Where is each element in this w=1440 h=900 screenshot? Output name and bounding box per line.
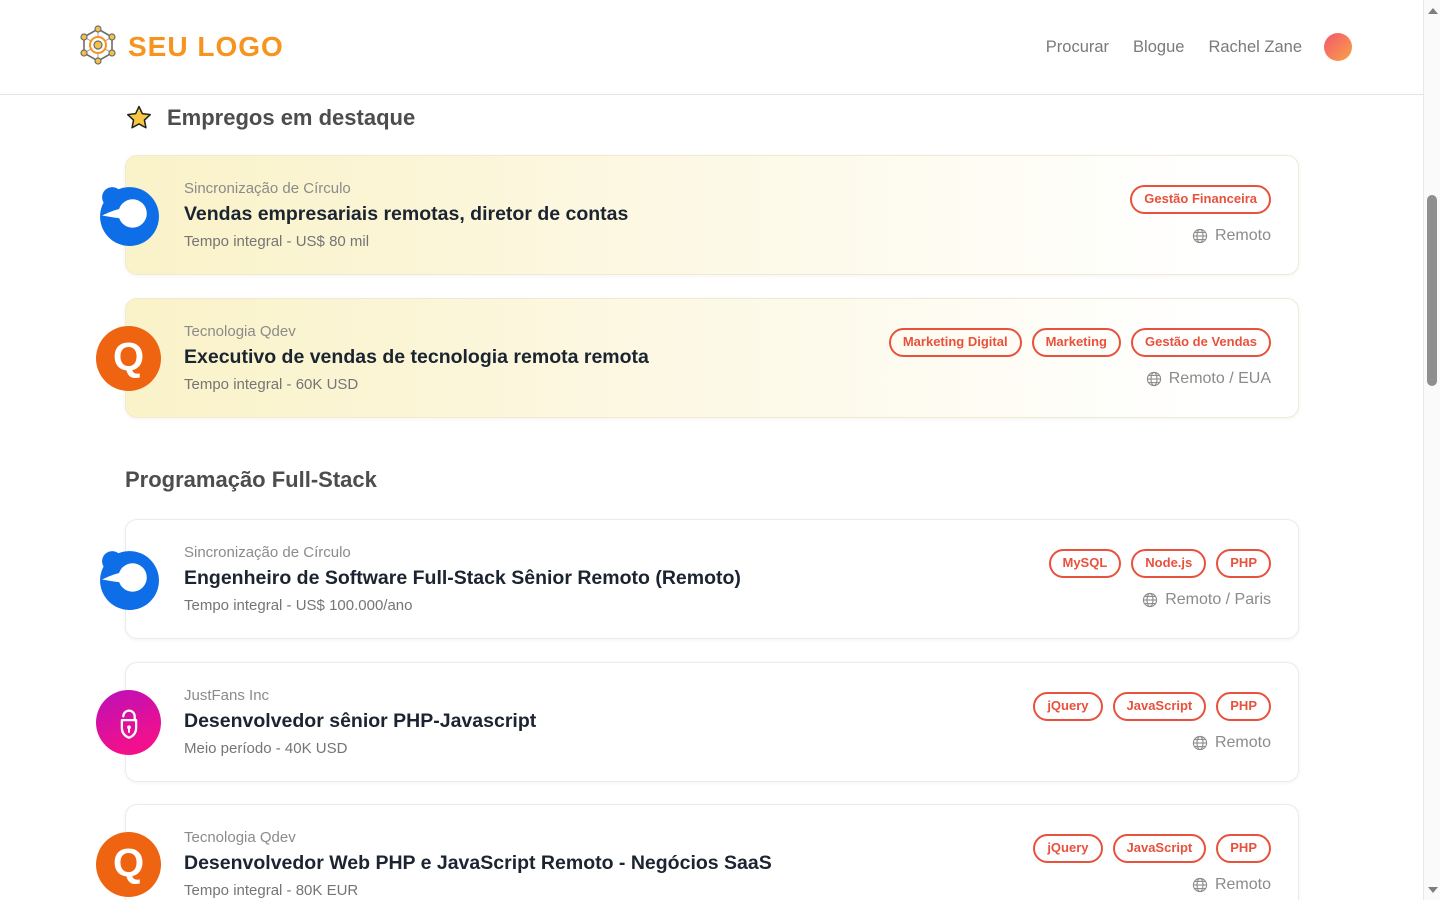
job-side: jQuery JavaScript PHP Remoto — [1033, 834, 1271, 893]
arrow-down-icon — [1428, 887, 1438, 893]
tag-pill[interactable]: JavaScript — [1113, 692, 1207, 720]
job-location: Remoto / Paris — [1142, 591, 1271, 609]
globe-icon — [1142, 592, 1158, 608]
header: SEU LOGO Procurar Blogue Rachel Zane — [0, 0, 1423, 95]
network-hexagon-icon — [78, 25, 118, 70]
job-card[interactable]: Q Tecnologia Qdev Executivo de vendas de… — [125, 298, 1299, 418]
job-meta: Meio período - 40K USD — [184, 740, 536, 757]
job-card[interactable]: Sincronização de Círculo Engenheiro de S… — [125, 519, 1299, 639]
brand-logo[interactable]: SEU LOGO — [78, 25, 284, 70]
scrollbar-thumb[interactable] — [1427, 195, 1437, 386]
arrow-up-icon — [1428, 8, 1438, 14]
qdev-logo: Q — [96, 326, 161, 391]
nav-link-user[interactable]: Rachel Zane — [1208, 38, 1302, 57]
tag-list: MySQL Node.js PHP — [1049, 549, 1272, 577]
tag-list: Marketing Digital Marketing Gestão de Ve… — [889, 328, 1271, 356]
job-info: Sincronização de Círculo Engenheiro de S… — [184, 544, 741, 614]
job-meta: Tempo integral - 80K EUR — [184, 882, 772, 899]
job-info: Tecnologia Qdev Desenvolvedor Web PHP e … — [184, 829, 772, 899]
job-title: Vendas empresariais remotas, diretor de … — [184, 203, 628, 226]
vertical-scrollbar[interactable] — [1423, 0, 1440, 900]
job-card[interactable]: Q Tecnologia Qdev Desenvolvedor Web PHP … — [125, 804, 1299, 900]
job-side: jQuery JavaScript PHP Remoto — [1033, 692, 1271, 751]
job-location: Remoto / EUA — [1146, 370, 1271, 388]
tag-pill[interactable]: MySQL — [1049, 549, 1122, 577]
qdev-logo-letter: Q — [113, 843, 144, 883]
location-label: Remoto / EUA — [1169, 370, 1271, 388]
job-info: Sincronização de Círculo Vendas empresar… — [184, 180, 628, 250]
location-label: Remoto — [1215, 734, 1271, 752]
job-side: MySQL Node.js PHP Remoto / Paris — [1049, 549, 1272, 608]
job-card[interactable]: JustFans Inc Desenvolvedor sênior PHP-Ja… — [125, 662, 1299, 782]
circle-sync-logo — [96, 183, 161, 248]
tag-pill[interactable]: Gestão de Vendas — [1131, 328, 1271, 356]
globe-icon — [1192, 735, 1208, 751]
job-meta: Tempo integral - US$ 100.000/ano — [184, 597, 741, 614]
main-nav: Procurar Blogue Rachel Zane — [1046, 33, 1352, 61]
qdev-logo: Q — [96, 832, 161, 897]
company-name: Tecnologia Qdev — [184, 829, 772, 846]
justfans-logo — [96, 690, 161, 755]
job-info: JustFans Inc Desenvolvedor sênior PHP-Ja… — [184, 687, 536, 757]
tag-pill[interactable]: PHP — [1216, 834, 1271, 862]
location-label: Remoto — [1215, 876, 1271, 894]
globe-icon — [1192, 228, 1208, 244]
tag-pill[interactable]: PHP — [1216, 549, 1271, 577]
tag-list: jQuery JavaScript PHP — [1033, 834, 1271, 862]
globe-icon — [1146, 371, 1162, 387]
job-title: Desenvolvedor sênior PHP-Javascript — [184, 710, 536, 733]
page: SEU LOGO Procurar Blogue Rachel Zane Emp… — [0, 0, 1440, 900]
section-title: Programação Full-Stack — [125, 467, 377, 493]
tag-pill[interactable]: Gestão Financeira — [1130, 185, 1271, 213]
job-location: Remoto — [1192, 227, 1271, 245]
scroll-down-button[interactable] — [1424, 881, 1440, 898]
job-meta: Tempo integral - US$ 80 mil — [184, 233, 628, 250]
tag-pill[interactable]: jQuery — [1033, 834, 1102, 862]
section-featured-heading: Empregos em destaque — [125, 103, 1440, 133]
job-location: Remoto — [1192, 734, 1271, 752]
company-name: Tecnologia Qdev — [184, 323, 649, 340]
job-info: Tecnologia Qdev Executivo de vendas de t… — [184, 323, 649, 393]
globe-icon — [1192, 877, 1208, 893]
tag-pill[interactable]: jQuery — [1033, 692, 1102, 720]
location-label: Remoto / Paris — [1165, 591, 1271, 609]
job-title: Desenvolvedor Web PHP e JavaScript Remot… — [184, 852, 772, 875]
location-label: Remoto — [1215, 227, 1271, 245]
star-icon — [125, 104, 153, 132]
tag-pill[interactable]: Marketing Digital — [889, 328, 1022, 356]
tag-pill[interactable]: JavaScript — [1113, 834, 1207, 862]
nav-link-blogue[interactable]: Blogue — [1133, 38, 1184, 57]
tag-pill[interactable]: Marketing — [1032, 328, 1121, 356]
tag-pill[interactable]: PHP — [1216, 692, 1271, 720]
job-card[interactable]: Sincronização de Círculo Vendas empresar… — [125, 155, 1299, 275]
scroll-up-button[interactable] — [1424, 2, 1440, 19]
job-side: Marketing Digital Marketing Gestão de Ve… — [889, 328, 1271, 387]
section-title: Empregos em destaque — [167, 105, 415, 131]
tag-list: jQuery JavaScript PHP — [1033, 692, 1271, 720]
brand-logo-text: SEU LOGO — [128, 31, 284, 63]
job-title: Executivo de vendas de tecnologia remota… — [184, 346, 649, 369]
job-title: Engenheiro de Software Full-Stack Sênior… — [184, 567, 741, 590]
circle-sync-logo — [96, 547, 161, 612]
company-name: Sincronização de Círculo — [184, 544, 741, 561]
job-meta: Tempo integral - 60K USD — [184, 376, 649, 393]
qdev-logo-letter: Q — [113, 337, 144, 377]
tag-list: Gestão Financeira — [1130, 185, 1271, 213]
company-name: JustFans Inc — [184, 687, 536, 704]
user-avatar[interactable] — [1324, 33, 1352, 61]
nav-link-procurar[interactable]: Procurar — [1046, 38, 1109, 57]
section-fullstack-heading: Programação Full-Stack — [125, 466, 1440, 494]
job-side: Gestão Financeira Remoto — [1130, 185, 1271, 244]
tag-pill[interactable]: Node.js — [1131, 549, 1206, 577]
company-name: Sincronização de Círculo — [184, 180, 628, 197]
job-location: Remoto — [1192, 876, 1271, 894]
